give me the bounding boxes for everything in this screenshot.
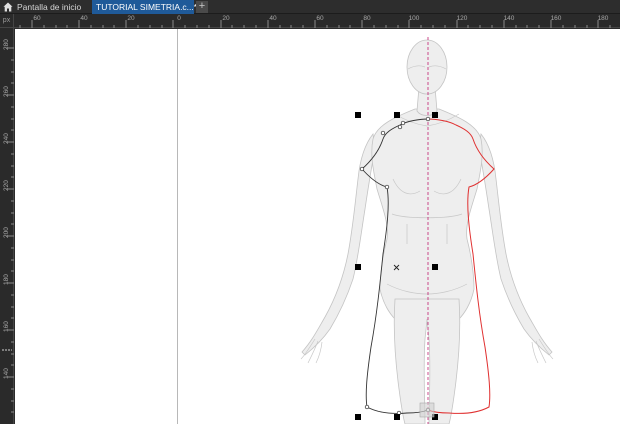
tab-home[interactable]: Pantalla de inicio: [0, 0, 92, 14]
tab-tutorial-simetria[interactable]: TUTORIAL SIMETRIA.c...*: [92, 0, 198, 14]
selection-handle: [355, 264, 361, 270]
home-icon: [3, 2, 13, 12]
selection-handle: [355, 414, 361, 420]
document-tab-bar: Pantalla de inicio TUTORIAL SIMETRIA.c..…: [0, 0, 620, 14]
tab-doc-label: TUTORIAL SIMETRIA.c...*: [96, 2, 198, 12]
figure-right-arm: [478, 133, 553, 356]
selection-handle: [394, 414, 400, 420]
fashion-croquis: [300, 37, 554, 424]
tab-home-label: Pantalla de inicio: [17, 2, 82, 12]
drawing-canvas[interactable]: [15, 29, 620, 424]
active-node-highlight: [419, 402, 435, 418]
selection-handle: [355, 112, 361, 118]
figure-torso: [371, 108, 483, 320]
add-tab-button[interactable]: +: [196, 1, 208, 13]
selection-handle: [394, 112, 400, 118]
ruler-top-ticks: [19, 20, 611, 28]
figure-template-body: [301, 39, 553, 424]
ruler-left-ticks: [2, 47, 14, 413]
selection-handle: [432, 112, 438, 118]
selection-handle: [432, 264, 438, 270]
